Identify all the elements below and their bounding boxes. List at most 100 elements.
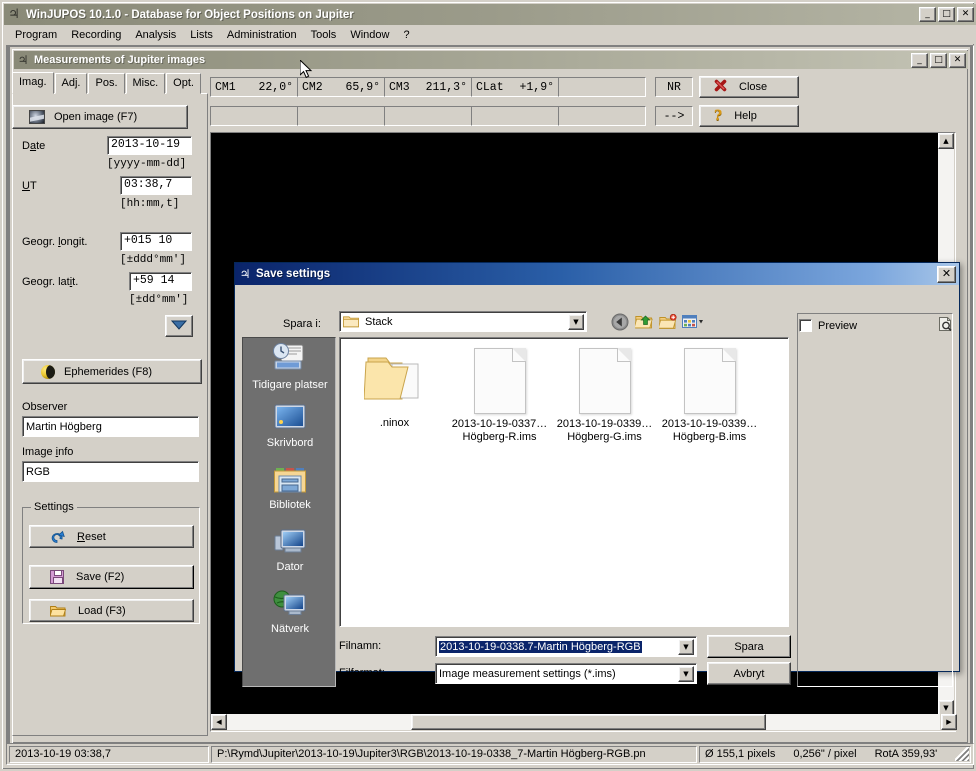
scroll-up-arrow[interactable]: ▲: [938, 133, 954, 149]
back-icon[interactable]: [609, 311, 631, 333]
menu-program[interactable]: Program: [8, 27, 64, 43]
image-info-input[interactable]: RGB: [22, 461, 199, 482]
tab-misc[interactable]: Misc.: [125, 73, 166, 94]
place-label: Skrivbord: [266, 437, 314, 449]
views-icon[interactable]: [682, 311, 704, 333]
tab-pos[interactable]: Pos.: [88, 73, 125, 94]
next-button[interactable]: -->: [655, 106, 693, 126]
chevron-down-icon[interactable]: ▼: [678, 665, 694, 682]
application-window: ♃ WinJUPOS 10.1.0 - Database for Object …: [0, 0, 976, 771]
clat-field-row2: [471, 106, 559, 126]
file-label-line1: .ninox: [379, 417, 410, 429]
filename-combo[interactable]: 2013-10-19-0338.7-Martin Högberg-RGB ▼: [435, 636, 697, 657]
latitude-input[interactable]: +59 14: [129, 272, 192, 291]
network-icon: [273, 590, 307, 621]
menu-administration[interactable]: Administration: [220, 27, 304, 43]
image-horizontal-scrollbar[interactable]: ◀ ▶: [211, 714, 957, 731]
status-bar: 2013-10-19 03:38,7 P:\Rymd\Jupiter\2013-…: [6, 743, 974, 765]
up-folder-icon[interactable]: [633, 311, 655, 333]
main-title-bar: ♃ WinJUPOS 10.1.0 - Database for Object …: [4, 4, 976, 25]
extra-field-1: [558, 77, 646, 97]
ephemerides-label: Ephemerides (F8): [64, 365, 153, 378]
menu-tools[interactable]: Tools: [304, 27, 344, 43]
tab-imag[interactable]: Imag.: [12, 72, 54, 94]
status-scale: 0,256" / pixel: [793, 748, 857, 760]
scroll-right-arrow[interactable]: ▶: [941, 714, 957, 730]
menu-recording[interactable]: Recording: [64, 27, 128, 43]
reset-button[interactable]: Reset: [29, 525, 194, 548]
new-folder-icon[interactable]: [657, 311, 679, 333]
tab-adj[interactable]: Adj.: [54, 73, 88, 94]
fileformat-combo[interactable]: Image measurement settings (*.ims) ▼: [435, 663, 697, 684]
places-bar: Tidigare platser Skrivbord Bibliotek Dat…: [242, 337, 336, 687]
latitude-hint: [±dd°mm']: [129, 294, 189, 306]
reset-label: Reset: [77, 530, 106, 543]
place-recent[interactable]: Tidigare platser: [243, 338, 337, 400]
chevron-down-icon[interactable]: ▼: [678, 638, 694, 655]
cm2-value: 65,9°: [345, 80, 380, 94]
close-x-icon: [714, 79, 727, 95]
tab-opt[interactable]: Opt.: [166, 73, 201, 94]
list-item-file[interactable]: 2013-10-19-0337… Högberg-R.ims: [447, 344, 552, 444]
filename-label: Filnamn:: [339, 640, 382, 652]
close-button[interactable]: ✕: [949, 52, 966, 68]
document-icon: [578, 348, 631, 414]
jupiter-icon: ♃: [17, 53, 29, 67]
scroll-left-arrow[interactable]: ◀: [211, 714, 227, 730]
list-item-folder[interactable]: .ninox: [342, 344, 447, 444]
save-button[interactable]: Save (F2): [29, 565, 194, 589]
menu-lists[interactable]: Lists: [183, 27, 220, 43]
document-icon: [683, 348, 736, 414]
place-computer[interactable]: Dator: [243, 524, 337, 586]
help-button[interactable]: ? Help: [699, 105, 799, 127]
minimize-button[interactable]: _: [911, 52, 928, 68]
close-button[interactable]: ✕: [957, 7, 974, 22]
next-label: -->: [663, 109, 685, 123]
place-network[interactable]: Nätverk: [243, 586, 337, 648]
load-button[interactable]: Load (F3): [29, 599, 194, 622]
menu-analysis[interactable]: Analysis: [128, 27, 183, 43]
file-list[interactable]: .ninox 2013-10-19-0337… Högberg-R.ims 20…: [339, 337, 789, 627]
observer-input[interactable]: Martin Högberg: [22, 416, 199, 437]
minimize-button[interactable]: _: [919, 7, 936, 22]
open-image-button[interactable]: Open image (F7): [12, 105, 188, 129]
close-button[interactable]: Close: [699, 76, 799, 98]
status-path: P:\Rymd\Jupiter\2013-10-19\Jupiter3\RGB\…: [211, 745, 697, 763]
reset-arrow-icon: [50, 530, 65, 544]
desktop-icon: [273, 404, 307, 435]
ephemerides-button[interactable]: Ephemerides (F8): [22, 359, 202, 384]
menu-help[interactable]: ?: [396, 27, 416, 43]
place-label: Tidigare platser: [252, 379, 328, 391]
list-item-file[interactable]: 2013-10-19-0339… Högberg-G.ims: [552, 344, 657, 444]
fileformat-label: Filformat:: [339, 667, 385, 679]
dialog-close-button[interactable]: ✕: [937, 265, 956, 283]
maximize-button[interactable]: □: [930, 52, 947, 68]
cancel-dialog-button[interactable]: Avbryt: [707, 662, 791, 685]
open-image-label: Open image (F7): [54, 111, 138, 123]
hscroll-thumb[interactable]: [411, 714, 766, 730]
place-libraries[interactable]: Bibliotek: [243, 462, 337, 524]
ut-input[interactable]: 03:38,7: [120, 176, 192, 195]
menu-window[interactable]: Window: [343, 27, 396, 43]
help-label: Help: [734, 110, 757, 122]
date-label: Date: [22, 140, 46, 152]
cm2-field-row2: [297, 106, 385, 126]
nr-button[interactable]: NR: [655, 77, 693, 97]
status-diameter: Ø 155,1 pixels: [705, 748, 776, 760]
save-dialog-button[interactable]: Spara: [707, 635, 791, 658]
cm1-label: CM1: [215, 80, 236, 94]
place-label: Nätverk: [271, 623, 309, 635]
extra-field-2: [558, 106, 646, 126]
longitude-hint: [±ddd°mm']: [120, 254, 187, 266]
date-input[interactable]: 2013-10-19: [107, 136, 192, 155]
clat-value: +1,9°: [519, 80, 554, 94]
save-in-combo[interactable]: Stack ▼: [339, 311, 587, 332]
place-desktop[interactable]: Skrivbord: [243, 400, 337, 462]
longitude-input[interactable]: +015 10: [120, 232, 192, 251]
expand-panel-button[interactable]: [165, 315, 193, 337]
chevron-down-icon[interactable]: ▼: [568, 313, 584, 330]
list-item-file[interactable]: 2013-10-19-0339… Högberg-B.ims: [657, 344, 762, 444]
resize-grip-icon[interactable]: [955, 747, 970, 761]
observer-label: Observer: [22, 401, 68, 413]
maximize-button[interactable]: □: [938, 7, 955, 22]
